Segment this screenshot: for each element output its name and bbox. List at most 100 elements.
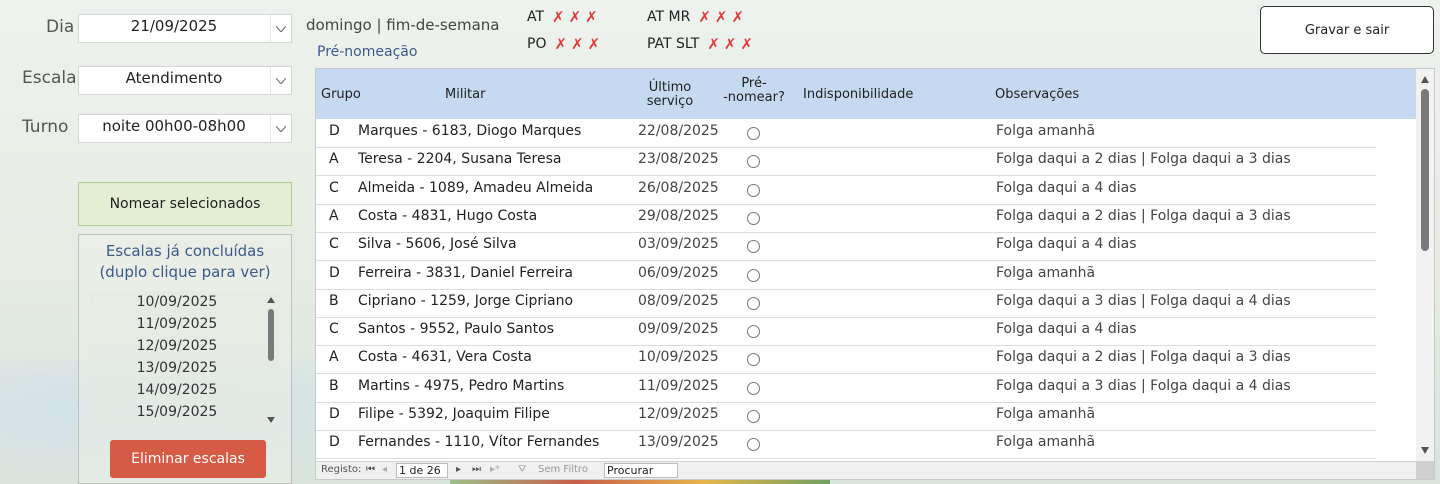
cell-grupo: D [329, 264, 340, 281]
turno-combobox[interactable]: noite 00h00-08h00 [78, 114, 292, 143]
cell-observacoes: Folga daqui a 3 dias | Folga daqui a 4 d… [996, 292, 1291, 309]
list-scrollbar[interactable] [266, 291, 276, 429]
header-grupo: Grupo [321, 87, 361, 102]
status-tag-pat-slt: PAT SLT ✗✗✗ [647, 35, 757, 53]
nominate-selected-button[interactable]: Nomear selecionados [78, 182, 292, 226]
cell-grupo: C [329, 179, 339, 196]
pre-nomear-radio[interactable] [747, 325, 760, 339]
status-tag-label: AT [527, 9, 545, 25]
previous-record-icon[interactable]: ◂ [382, 464, 387, 475]
new-record-icon[interactable]: ▸* [490, 464, 500, 475]
cell-grupo: D [329, 434, 340, 451]
table-row[interactable]: B Cipriano - 1259, Jorge Cipriano 08/09/20… [316, 289, 1376, 318]
table-vertical-scrollbar[interactable] [1416, 69, 1434, 461]
header-militar: Militar [445, 87, 486, 102]
pre-nomear-radio[interactable] [747, 183, 760, 197]
pre-nomear-radio[interactable] [747, 410, 760, 423]
cell-militar: Martins - 4975, Pedro Martins [358, 377, 565, 394]
cell-observacoes: Folga daqui a 4 dias [996, 179, 1137, 196]
search-input[interactable]: Procurar [604, 463, 678, 478]
cell-militar: Costa - 4831, Hugo Costa [358, 207, 538, 224]
table-row[interactable]: C Silva - 5606, José Silva 03/09/2025 Folga… [316, 232, 1376, 262]
cell-militar: Costa - 4631, Vera Costa [358, 349, 532, 366]
cell-militar: Marques - 6183, Diogo Marques [358, 123, 582, 139]
chevron-down-icon[interactable] [270, 115, 291, 142]
header-indisponibilidade: Indisponibilidade [803, 87, 914, 102]
completed-title-line2: (duplo clique para ver) [99, 263, 271, 281]
status-tag-at-mr: AT MR ✗✗✗ [647, 8, 748, 26]
cell-ultimo-servico: 26/08/2025 [638, 179, 719, 196]
cell-grupo: B [329, 292, 339, 309]
cell-grupo: A [329, 349, 339, 366]
cross-icon: ✗✗✗ [698, 8, 749, 26]
table-row[interactable]: A Teresa - 2204, Susana Teresa 23/08/2025 F… [316, 147, 1376, 177]
cell-ultimo-servico: 23/08/2025 [638, 151, 719, 168]
table-header: Grupo Militar Último serviço Pré- -nomea… [316, 69, 1416, 119]
cell-ultimo-servico: 03/09/2025 [638, 236, 719, 253]
list-item[interactable]: 14/09/2025 [89, 379, 279, 401]
status-tag-label: PAT SLT [647, 36, 700, 52]
dia-combobox[interactable]: 21/09/2025 [78, 14, 292, 43]
list-item[interactable]: 15/09/2025 [89, 401, 279, 423]
pre-nomear-radio[interactable] [747, 438, 760, 452]
next-record-icon[interactable]: ▸ [456, 464, 461, 475]
turno-value: noite 00h00-08h00 [102, 117, 246, 135]
prenomeacao-label: Pré-nomeação [317, 44, 418, 60]
table-row[interactable]: D Marques - 6183, Diogo Marques 22/08/2025… [316, 119, 1376, 148]
pre-nomear-radio[interactable] [747, 381, 760, 395]
list-item[interactable]: 11/09/2025 [89, 313, 279, 335]
header-ultimo-line1: Último [648, 80, 692, 95]
pre-nomear-radio[interactable] [747, 296, 760, 310]
table-row[interactable]: C Santos - 9552, Paulo Santos 09/09/2025 Fo… [316, 317, 1376, 347]
pre-nomear-radio[interactable] [747, 353, 760, 367]
cell-militar: Almeida - 1089, Amadeu Almeida [358, 179, 594, 196]
list-item[interactable]: 12/09/2025 [89, 335, 279, 357]
table-row[interactable]: D Fernandes - 1110, Vítor Fernandes 13/09/… [316, 430, 1376, 460]
scroll-corner [1416, 461, 1434, 479]
pre-nomear-radio[interactable] [747, 211, 760, 225]
cell-ultimo-servico: 22/08/2025 [638, 123, 719, 139]
cell-grupo: A [329, 151, 339, 168]
filter-icon[interactable]: ⛛ [518, 464, 526, 475]
pre-nomear-radio[interactable] [747, 127, 760, 140]
cell-militar: Ferreira - 3831, Daniel Ferreira [358, 264, 573, 281]
pre-nomear-radio[interactable] [747, 155, 760, 169]
turno-label: Turno [22, 117, 69, 137]
filter-label[interactable]: Sem Filtro [538, 464, 588, 475]
pre-nomear-radio[interactable] [747, 240, 760, 254]
status-tag-label: PO [527, 36, 547, 52]
delete-scales-button[interactable]: Eliminar escalas [110, 440, 266, 478]
cell-grupo: D [329, 406, 340, 422]
first-record-icon[interactable]: ⏮ [366, 464, 375, 475]
completed-dates-list[interactable]: 10/09/2025 11/09/2025 12/09/2025 13/09/2… [89, 291, 279, 429]
save-exit-button[interactable]: Gravar e sair [1260, 6, 1434, 54]
cell-ultimo-servico: 09/09/2025 [638, 321, 719, 338]
table-row[interactable]: A Costa - 4831, Hugo Costa 29/08/2025 Folga… [316, 204, 1376, 233]
status-tag-at: AT ✗✗✗ [527, 8, 602, 26]
escala-combobox[interactable]: Atendimento [78, 66, 292, 95]
table-row[interactable]: D Filipe - 5392, Joaquim Filipe 12/09/2025… [316, 402, 1376, 431]
record-navigation-bar: Registo: ⏮ ◂ 1 de 26 ▸ ⏭ ▸* ⛛ Sem Filtro… [316, 461, 1416, 479]
table-row[interactable]: D Ferreira - 3831, Daniel Ferreira 06/09/2… [316, 261, 1376, 290]
chevron-down-icon[interactable] [270, 67, 291, 94]
list-item[interactable]: 13/09/2025 [89, 357, 279, 379]
cell-ultimo-servico: 11/09/2025 [638, 377, 719, 394]
record-number-input[interactable]: 1 de 26 [396, 463, 448, 478]
table-row[interactable]: A Costa - 4631, Vera Costa 10/09/2025 Folga… [316, 345, 1376, 375]
cell-militar: Santos - 9552, Paulo Santos [358, 321, 555, 338]
table-row[interactable]: B Martins - 4975, Pedro Martins 11/09/2025… [316, 374, 1376, 403]
cell-grupo: C [329, 321, 339, 338]
table-row[interactable]: C Almeida - 1089, Amadeu Almeida 26/08/202… [316, 176, 1376, 205]
list-item[interactable]: 10/09/2025 [89, 291, 279, 313]
pre-nomear-radio[interactable] [747, 268, 760, 282]
cell-ultimo-servico: 06/09/2025 [638, 264, 719, 281]
cell-ultimo-servico: 08/09/2025 [638, 292, 719, 309]
cell-militar: Cipriano - 1259, Jorge Cipriano [358, 292, 574, 309]
chevron-down-icon[interactable] [270, 15, 291, 42]
last-record-icon[interactable]: ⏭ [472, 464, 481, 475]
status-tag-label: AT MR [647, 9, 691, 25]
cell-militar: Teresa - 2204, Susana Teresa [358, 151, 562, 168]
cell-ultimo-servico: 13/09/2025 [638, 434, 719, 451]
record-label: Registo: [321, 464, 362, 475]
militares-table: Grupo Militar Último serviço Pré- -nomea… [315, 68, 1435, 480]
